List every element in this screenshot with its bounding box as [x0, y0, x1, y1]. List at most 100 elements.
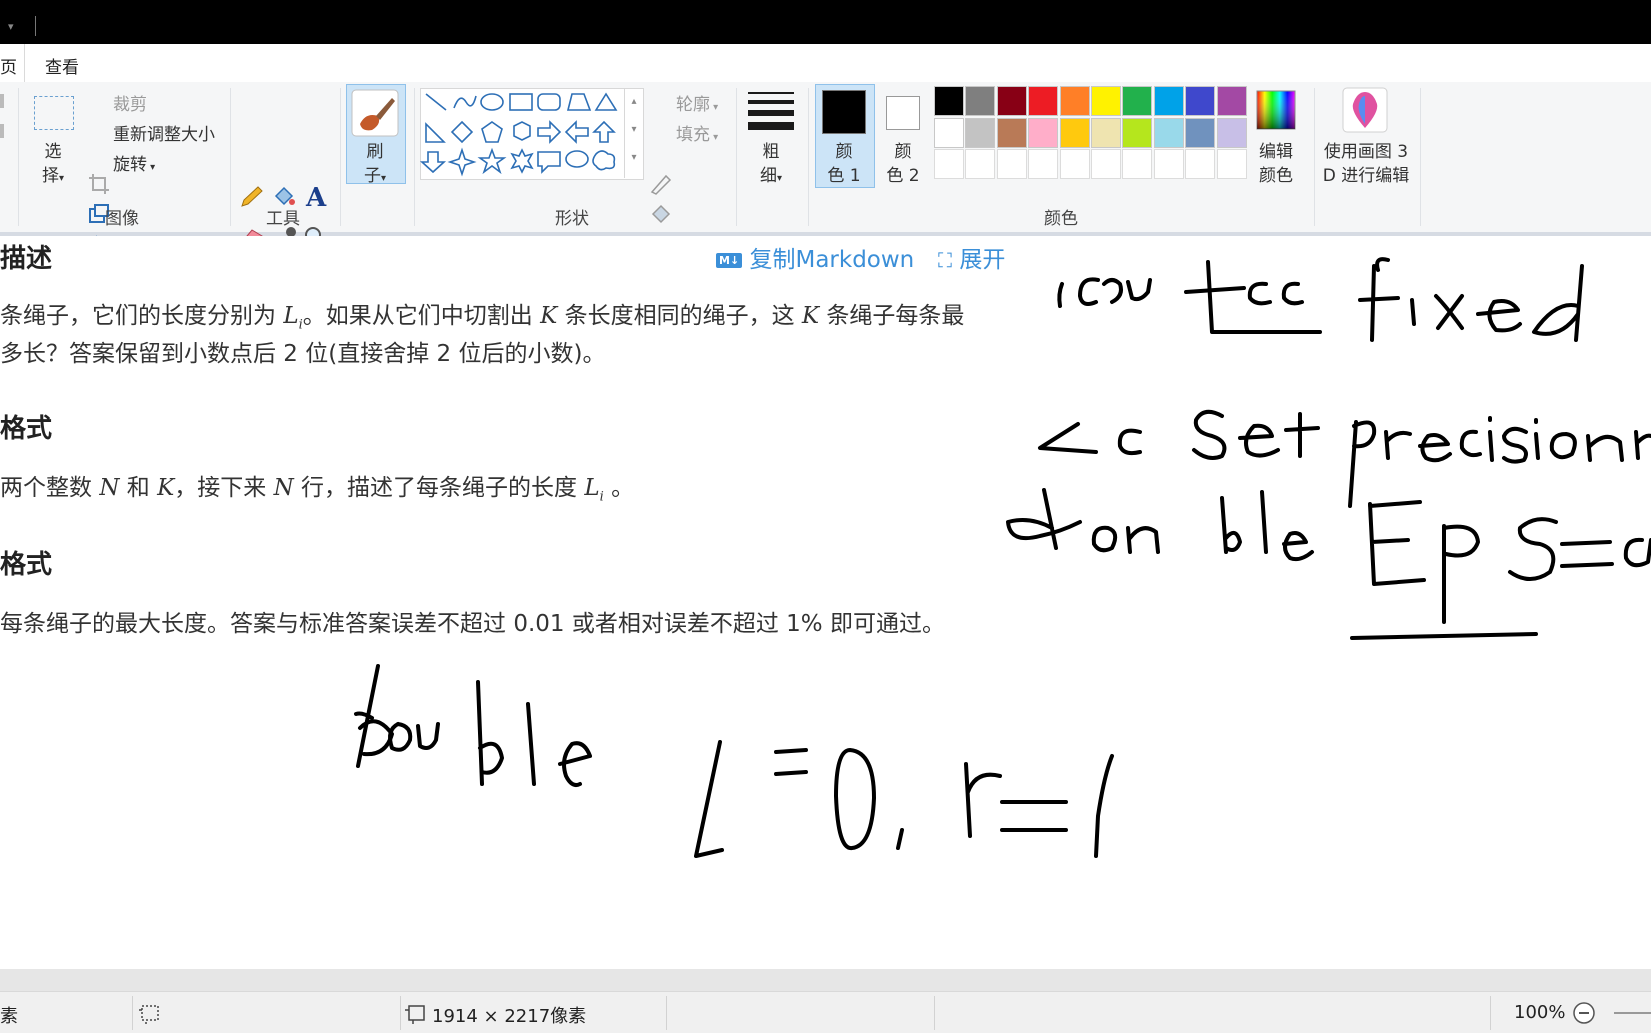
drawing-canvas[interactable]: 描述 M↓ 复制Markdown ⛶ 展开 条绳子，它们的长度分别为 Li。如果… — [0, 236, 1651, 969]
tab-divider — [24, 44, 25, 82]
group-label-tools: 工具 — [266, 209, 300, 229]
color2-swatch[interactable] — [886, 96, 920, 130]
brush-label: 刷 子▾ — [352, 140, 398, 191]
horizontal-scrollbar[interactable] — [0, 969, 1651, 991]
palette-swatch[interactable] — [996, 86, 1027, 116]
palette-swatch[interactable] — [1122, 117, 1153, 148]
group-divider — [736, 88, 737, 226]
crop-icon — [89, 174, 109, 194]
group-divider — [230, 88, 231, 226]
outline-button[interactable]: 轮廓 ▾ — [676, 90, 718, 115]
select-icon[interactable] — [34, 96, 74, 130]
palette-swatch[interactable] — [996, 117, 1027, 148]
crop-button[interactable]: 裁剪 — [113, 90, 147, 115]
brush-label-1: 刷 — [366, 142, 384, 162]
clipboard-edge-icon — [0, 94, 4, 108]
color2-label-1: 颜 — [894, 142, 912, 162]
palette-custom-slot[interactable] — [1028, 149, 1059, 179]
group-label-shapes: 形状 — [555, 209, 589, 229]
status-divider — [1490, 996, 1491, 1030]
group-divider — [414, 88, 415, 226]
fill-button[interactable]: 填充 ▾ — [676, 120, 718, 145]
fill-icon — [651, 204, 671, 224]
shapes-scroll[interactable]: ▴ ▾ ▾ — [624, 88, 643, 178]
resize-button[interactable]: 重新调整大小 — [113, 120, 215, 145]
palette-swatch[interactable] — [1091, 117, 1121, 148]
palette-custom-slot[interactable] — [1122, 149, 1153, 179]
palette-swatch[interactable] — [934, 86, 964, 116]
group-divider — [18, 88, 19, 226]
brush-label-2: 子▾ — [363, 166, 387, 186]
color1-swatch — [822, 90, 866, 134]
status-divider — [400, 996, 401, 1030]
palette-swatch[interactable] — [1153, 117, 1184, 148]
canvas-size-icon — [405, 1005, 425, 1024]
tab-home[interactable]: 页 — [0, 53, 17, 78]
clipboard-edge-icon-2 — [0, 124, 4, 138]
select-button[interactable]: 选 择▾ — [36, 140, 70, 191]
status-cursor-fragment: 素 — [0, 1006, 18, 1027]
palette-swatch[interactable] — [934, 117, 964, 148]
zoom-out-icon[interactable] — [1572, 1001, 1596, 1025]
palette-swatch[interactable] — [1091, 86, 1121, 116]
palette-swatch[interactable] — [1028, 117, 1059, 148]
title-divider — [35, 16, 36, 36]
palette-swatch[interactable] — [965, 86, 996, 116]
palette-swatch[interactable] — [965, 117, 996, 148]
palette-swatch[interactable] — [1153, 86, 1184, 116]
group-divider — [1314, 88, 1315, 226]
palette-custom-slot[interactable] — [1153, 149, 1184, 179]
palette-swatch[interactable] — [1185, 117, 1216, 148]
palette-swatch[interactable] — [1216, 117, 1247, 148]
palette-swatch[interactable] — [1216, 86, 1247, 116]
palette-custom-slot[interactable] — [1185, 149, 1216, 179]
color1-label-2: 色 1 — [827, 166, 861, 186]
palette-custom-slot[interactable] — [965, 149, 996, 179]
palette-custom-slot[interactable] — [1091, 149, 1121, 179]
paint3d-button[interactable]: 使用画图 3 D 进行编辑 — [1318, 140, 1414, 188]
canvas-dimensions: 1914 × 2217像素 — [432, 1006, 587, 1027]
edit-colors-label-2: 颜色 — [1259, 166, 1293, 186]
paint3d-label-1: 使用画图 3 — [1323, 142, 1409, 162]
edit-colors-button[interactable]: 编辑 颜色 — [1250, 140, 1302, 188]
outline-icon — [650, 174, 672, 195]
zoom-slider[interactable] — [1614, 1012, 1651, 1014]
palette-swatch[interactable] — [1059, 117, 1090, 148]
edit-colors-label-1: 编辑 — [1259, 142, 1293, 162]
palette-swatch[interactable] — [1028, 86, 1059, 116]
quick-access-chevron-icon[interactable]: ▾ — [8, 20, 14, 33]
palette-custom-slot[interactable] — [1059, 149, 1090, 179]
group-label-colors: 颜色 — [1044, 209, 1078, 229]
palette-swatch[interactable] — [1122, 86, 1153, 116]
menu-bar: 页 查看 — [0, 44, 1651, 83]
palette-custom-slot[interactable] — [996, 149, 1027, 179]
paint3d-icon — [1342, 87, 1388, 133]
paint3d-label-2: D 进行编辑 — [1322, 166, 1410, 186]
color2-label-2: 色 2 — [886, 166, 920, 186]
zoom-level: 100% — [1514, 1002, 1566, 1023]
status-divider — [132, 996, 133, 1030]
palette-swatch[interactable] — [1059, 86, 1090, 116]
group-divider — [808, 88, 809, 226]
size-button[interactable]: 粗 细▾ — [750, 140, 792, 191]
select-label-1: 选 — [44, 142, 62, 162]
selection-size-icon — [139, 1005, 159, 1024]
palette-swatch[interactable] — [1185, 86, 1216, 116]
palette-custom-slot[interactable] — [1216, 149, 1247, 179]
color2-button[interactable]: 颜 色 2 — [878, 140, 928, 188]
size-icon — [748, 92, 794, 130]
palette-custom-slot[interactable] — [934, 149, 964, 179]
status-divider — [666, 996, 667, 1030]
title-bar: ▾ — [0, 0, 1651, 44]
shapes-icons — [419, 92, 618, 177]
status-divider — [934, 996, 935, 1030]
size-label-2: 细▾ — [759, 166, 783, 186]
tab-view[interactable]: 查看 — [45, 53, 79, 78]
brush-icon — [351, 89, 399, 137]
size-label-1: 粗 — [762, 142, 780, 162]
handwriting-ink — [354, 257, 1651, 858]
rotate-button[interactable]: 旋转 ▾ — [113, 150, 155, 175]
group-divider — [1420, 88, 1421, 226]
group-divider — [340, 88, 341, 226]
edit-colors-icon — [1256, 90, 1296, 130]
